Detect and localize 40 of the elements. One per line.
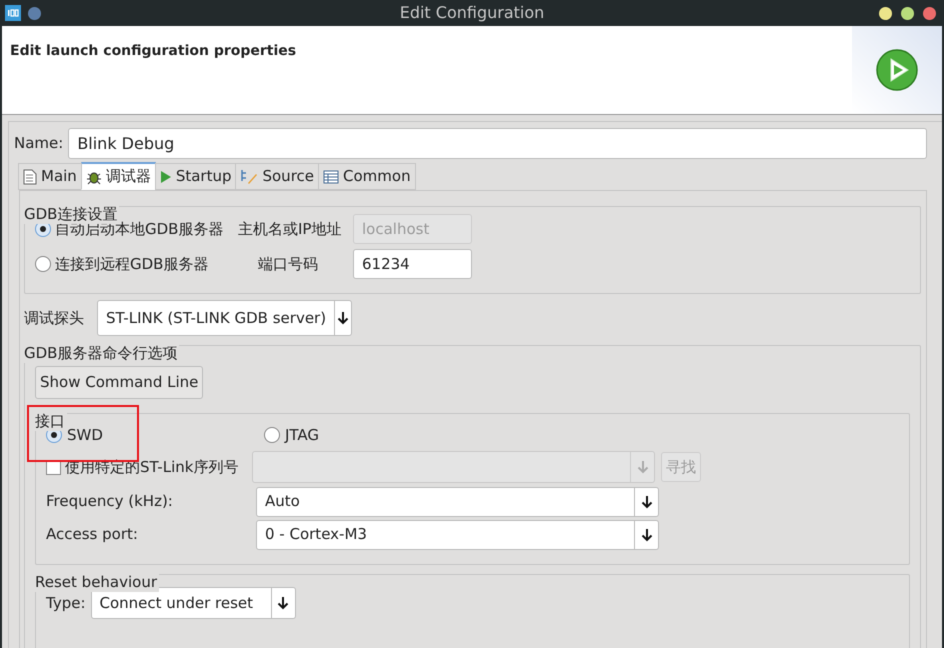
tab[interactable]: Startup [154, 163, 236, 190]
radio-label: 连接到远程GDB服务器 [55, 254, 208, 275]
dropdown[interactable]: Auto [256, 486, 659, 516]
group-title: GDB服务器命令行选项 [24, 343, 180, 363]
hierarchy-pencil-icon [240, 168, 258, 184]
field-label: Type: [46, 592, 86, 614]
tab[interactable]: 调试器 [80, 162, 156, 190]
radio-label: SWD [67, 424, 103, 446]
table-icon [323, 170, 340, 184]
maximize-button[interactable] [901, 6, 914, 20]
field-label: Frequency (kHz): [46, 491, 174, 512]
dropdown-arrow-icon [334, 301, 351, 335]
dropdown[interactable]: 0 - Cortex-M3 [256, 520, 659, 550]
tab[interactable]: Main [18, 163, 82, 190]
name-field[interactable]: Blink Debug [68, 128, 927, 158]
play-icon [160, 170, 172, 184]
group-title: 接口 [35, 411, 67, 431]
group-title: Reset behaviour [35, 572, 160, 592]
header-title: Edit launch configuration properties [10, 42, 296, 61]
tab[interactable]: Source [235, 163, 320, 190]
window-menu-button[interactable] [28, 6, 41, 20]
group-title: GDB连接设置 [24, 204, 120, 224]
field-label: Name: [14, 132, 64, 154]
dropdown[interactable]: Connect under reset [90, 587, 296, 619]
field-label: Access port: [46, 524, 139, 546]
page-icon [23, 168, 37, 184]
tab[interactable]: Common [318, 163, 416, 190]
window-title: Edit Configuration [400, 2, 544, 24]
minimize-button[interactable] [879, 6, 892, 20]
dropdown[interactable]: ST-LINK (ST-LINK GDB server) [97, 300, 352, 336]
close-button[interactable] [923, 6, 936, 20]
show-command-line-button[interactable]: Show Command Line [35, 366, 204, 399]
radio-button[interactable] [264, 427, 280, 443]
field-label: 主机名或IP地址 [238, 218, 342, 240]
radio-label: JTAG [285, 424, 320, 446]
field-label: 调试探头 [24, 308, 84, 329]
run-icon [875, 48, 919, 92]
text-field[interactable]: 61234 [353, 249, 472, 279]
radio-button[interactable] [35, 256, 51, 272]
app-icon [5, 5, 21, 21]
